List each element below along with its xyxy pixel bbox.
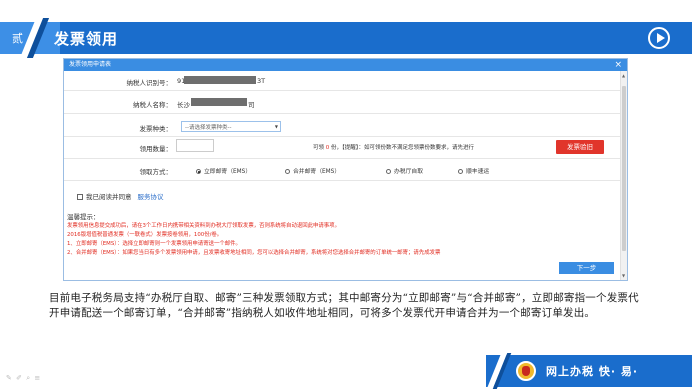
delivery-option-self-pickup[interactable]: 办税厅自取 <box>386 166 423 175</box>
tips-title: 温馨提示： <box>67 213 100 221</box>
eraser-icon[interactable]: ✐ <box>16 374 23 382</box>
search-icon[interactable]: ⌕ <box>26 374 31 382</box>
hint-prefix: 可领 <box>313 145 325 151</box>
service-agreement-link[interactable]: 服务协议 <box>138 193 164 201</box>
tax-emblem-icon <box>516 361 536 381</box>
hint-suffix: 份，【提醒】：如可领份数不满足您领票份数要求，请先进行 <box>331 145 475 151</box>
page-title: 发票领用 <box>54 30 119 48</box>
quantity-hint: 可领 0 份，【提醒】：如可领份数不满足您领票份数要求，请先进行 <box>313 143 474 151</box>
radio-icon <box>386 169 391 174</box>
scroll-thumb[interactable] <box>622 86 626 251</box>
quantity-label: 领用数量： <box>139 145 173 153</box>
radio-icon <box>285 169 290 174</box>
delivery-option-label: 顺丰速运 <box>466 169 490 175</box>
slide-toolbar: ✎ ✐ ⌕ ≡ <box>6 374 41 383</box>
menu-icon[interactable]: ≡ <box>34 374 41 382</box>
row-divider <box>64 90 620 91</box>
scroll-down-icon[interactable]: ▼ <box>622 273 625 278</box>
invoice-verify-button[interactable]: 发票验旧 <box>556 140 604 154</box>
tip-line: 发票领用信息提交成功后，请在3个工作日内携带相关资料到办税大厅领取发票，否则系统… <box>67 223 340 229</box>
delivery-option-ems-now[interactable]: 立即邮寄（EMS） <box>196 166 251 175</box>
dialog-scrollbar[interactable]: ▲ ▼ <box>620 71 627 280</box>
delivery-option-label: 合并邮寄（EMS） <box>293 169 341 175</box>
delivery-option-label: 立即邮寄（EMS） <box>204 169 252 175</box>
available-count: 0 <box>325 145 330 151</box>
footer-brand-bar: 网上办税 快· 易· <box>486 353 692 389</box>
tip-line: 2、合并邮寄（EMS）：如果您当日有多个发票领用申请，且发票收寄地址相同，您可以… <box>67 250 441 256</box>
delivery-label: 领取方式： <box>139 168 173 176</box>
pen-icon[interactable]: ✎ <box>6 374 13 382</box>
row-divider <box>64 113 620 114</box>
taxpayer-id-suffix: 3T <box>257 77 266 85</box>
agreement-label: 我已阅读并同意 <box>86 193 132 201</box>
taxpayer-name-suffix: 司 <box>248 101 255 109</box>
next-step-button[interactable]: 下一步 <box>559 262 614 274</box>
invoice-application-dialog: 发票领用申请表 × ▲ ▼ 纳税人识别号： 91 3T 纳税人名称： 长沙 司 … <box>63 58 628 281</box>
footer-slogan: 网上办税 快· 易· <box>546 365 639 378</box>
section-header: 贰 发票领用 <box>0 18 692 58</box>
tip-line: 1、立即邮寄（EMS）：选择立即邮寄则一个发票领用申请寄送一个邮件。 <box>67 241 241 247</box>
agreement-row: 我已阅读并同意 服务协议 <box>77 191 164 201</box>
tip-line: 2016版增值税普通发票（一联卷式）发票按卷领用，100份/卷。 <box>67 232 223 238</box>
description-paragraph: 目前电子税务局支持“办税厅自取、邮寄”三种发票领取方式；其中邮寄分为“立即邮寄”… <box>49 292 639 319</box>
row-divider <box>64 158 620 159</box>
play-icon[interactable] <box>648 27 670 49</box>
quantity-input[interactable] <box>176 139 214 152</box>
dialog-title: 发票领用申请表 <box>69 61 112 68</box>
radio-icon <box>458 169 463 174</box>
taxpayer-id-redaction <box>184 76 256 84</box>
agreement-checkbox[interactable] <box>77 194 83 200</box>
taxpayer-name-label: 纳税人名称： <box>133 101 172 109</box>
delivery-option-ems-merge[interactable]: 合并邮寄（EMS） <box>285 166 340 175</box>
taxpayer-name-prefix: 长沙 <box>177 101 190 109</box>
dialog-header: 发票领用申请表 × <box>64 59 627 71</box>
delivery-option-label: 办税厅自取 <box>394 169 423 175</box>
invoice-type-select[interactable]: --请选择发票种类-- ▼ <box>181 121 281 132</box>
close-icon[interactable]: × <box>614 59 622 71</box>
invoice-type-value: --请选择发票种类-- <box>185 125 232 131</box>
section-number: 贰 <box>12 32 23 45</box>
taxpayer-id-label: 纳税人识别号： <box>126 79 173 87</box>
scroll-up-icon[interactable]: ▲ <box>622 73 625 78</box>
row-divider <box>64 180 620 181</box>
delivery-option-sf-express[interactable]: 顺丰速运 <box>458 166 489 175</box>
row-divider <box>64 136 620 137</box>
taxpayer-name-redaction <box>191 98 247 106</box>
chevron-down-icon: ▼ <box>274 124 278 129</box>
radio-checked-icon <box>196 169 201 174</box>
invoice-type-label: 发票种类： <box>139 125 173 133</box>
